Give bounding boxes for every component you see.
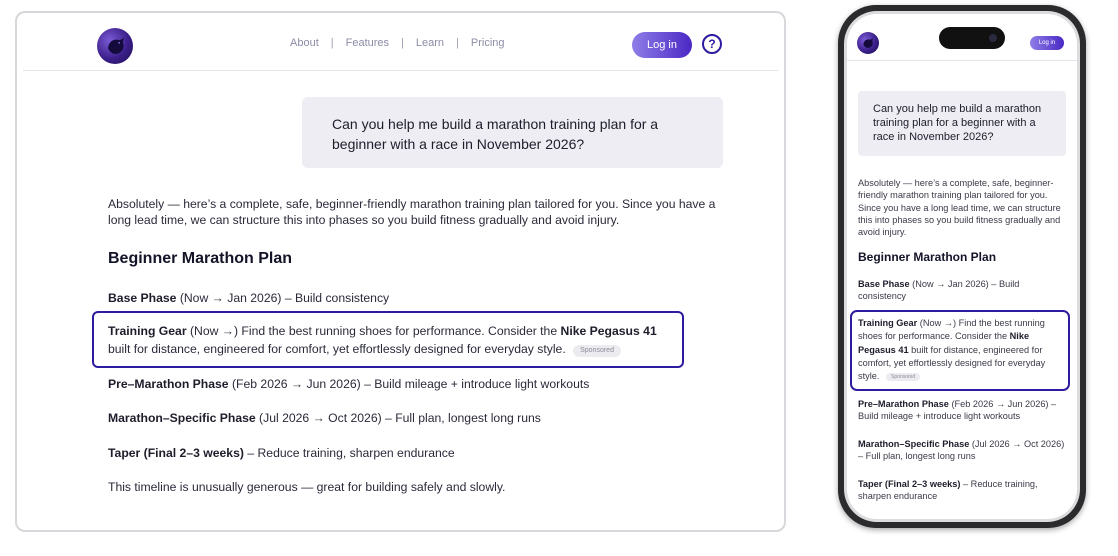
login-button[interactable]: Log in: [1030, 36, 1064, 50]
plan-heading: Beginner Marathon Plan: [108, 250, 293, 267]
nav-features[interactable]: Features: [346, 37, 389, 49]
assistant-intro: Absolutely — here’s a complete, safe, be…: [108, 197, 716, 227]
nav-about[interactable]: About: [290, 37, 319, 49]
bird-logo-icon[interactable]: [857, 32, 879, 54]
sponsored-badge: Sponsored: [573, 345, 621, 357]
base-phase-text: (Now → Jan 2026) – Build consistency: [176, 291, 390, 305]
assistant-intro: Absolutely — here’s a complete, safe, be…: [858, 178, 1061, 238]
phone-screen: Log in Can you help me build a marathon …: [847, 14, 1077, 519]
dynamic-island: [939, 27, 1005, 49]
ad-label: Training Gear: [858, 318, 918, 328]
phone-bezel: Log in Can you help me build a marathon …: [844, 11, 1080, 522]
base-phase-label: Base Phase: [858, 279, 910, 289]
specific-phase-label: Marathon–Specific Phase: [858, 439, 970, 449]
ad-text-2: built for distance, engineered for comfo…: [108, 342, 566, 356]
taper-label: Taper (Final 2–3 weeks): [858, 479, 961, 489]
header-divider: [847, 60, 1077, 61]
taper-label: Taper (Final 2–3 weeks): [108, 446, 244, 460]
pre-marathon-label: Pre–Marathon Phase: [108, 377, 229, 391]
specific-phase-text: (Jul 2026 → Oct 2026) – Full plan, longe…: [255, 411, 541, 425]
ad-product-link[interactable]: Nike Pegasus 41: [561, 324, 657, 338]
phone-frame: Log in Can you help me build a marathon …: [838, 5, 1086, 528]
pre-marathon-label: Pre–Marathon Phase: [858, 399, 949, 409]
user-message-bubble: Can you help me build a marathon trainin…: [858, 91, 1066, 156]
ad-label: Training Gear: [108, 324, 187, 338]
login-button[interactable]: Log in: [632, 32, 692, 58]
help-icon[interactable]: ?: [702, 34, 722, 54]
plan-heading: Beginner Marathon Plan: [858, 250, 997, 264]
specific-phase-line: Marathon–Specific Phase (Jul 2026 → Oct …: [108, 411, 541, 425]
base-phase-line: Base Phase (Now → Jan 2026) – Build cons…: [108, 291, 389, 305]
user-message-bubble: Can you help me build a marathon trainin…: [302, 97, 723, 168]
pre-marathon-line: Pre–Marathon Phase (Feb 2026 → Jun 2026)…: [858, 398, 1068, 423]
base-phase-line: Base Phase (Now → Jan 2026) – Build cons…: [858, 278, 1068, 303]
pre-marathon-text: (Feb 2026 → Jun 2026) – Build mileage + …: [228, 377, 590, 391]
specific-phase-line: Marathon–Specific Phase (Jul 2026 → Oct …: [858, 438, 1068, 463]
nav-learn[interactable]: Learn: [416, 37, 444, 49]
nav-separator: |: [330, 37, 334, 49]
nav-links: About | Features | Learn | Pricing: [290, 37, 505, 49]
closing-text: This timeline is unusually generous — gr…: [108, 480, 506, 494]
sponsored-badge: Sponsored: [886, 373, 921, 382]
bird-logo-icon[interactable]: [97, 28, 133, 64]
nav-separator: |: [401, 37, 404, 49]
header: About | Features | Learn | Pricing Log i…: [23, 13, 778, 71]
taper-text: – Reduce training, sharpen endurance: [243, 446, 455, 460]
sponsored-ad-box[interactable]: Training Gear (Now →) Find the best runn…: [850, 310, 1070, 391]
pre-marathon-line: Pre–Marathon Phase (Feb 2026 → Jun 2026)…: [108, 377, 589, 391]
ad-text-1: (Now →) Find the best running shoes for …: [186, 324, 561, 338]
nav-separator: |: [456, 37, 459, 49]
taper-line: Taper (Final 2–3 weeks) – Reduce trainin…: [108, 446, 455, 460]
sponsored-ad-box[interactable]: Training Gear (Now →) Find the best runn…: [92, 311, 684, 368]
specific-phase-label: Marathon–Specific Phase: [108, 411, 256, 425]
taper-line: Taper (Final 2–3 weeks) – Reduce trainin…: [858, 478, 1068, 503]
desktop-window: About | Features | Learn | Pricing Log i…: [15, 11, 786, 532]
nav-pricing[interactable]: Pricing: [471, 37, 505, 49]
base-phase-label: Base Phase: [108, 291, 177, 305]
